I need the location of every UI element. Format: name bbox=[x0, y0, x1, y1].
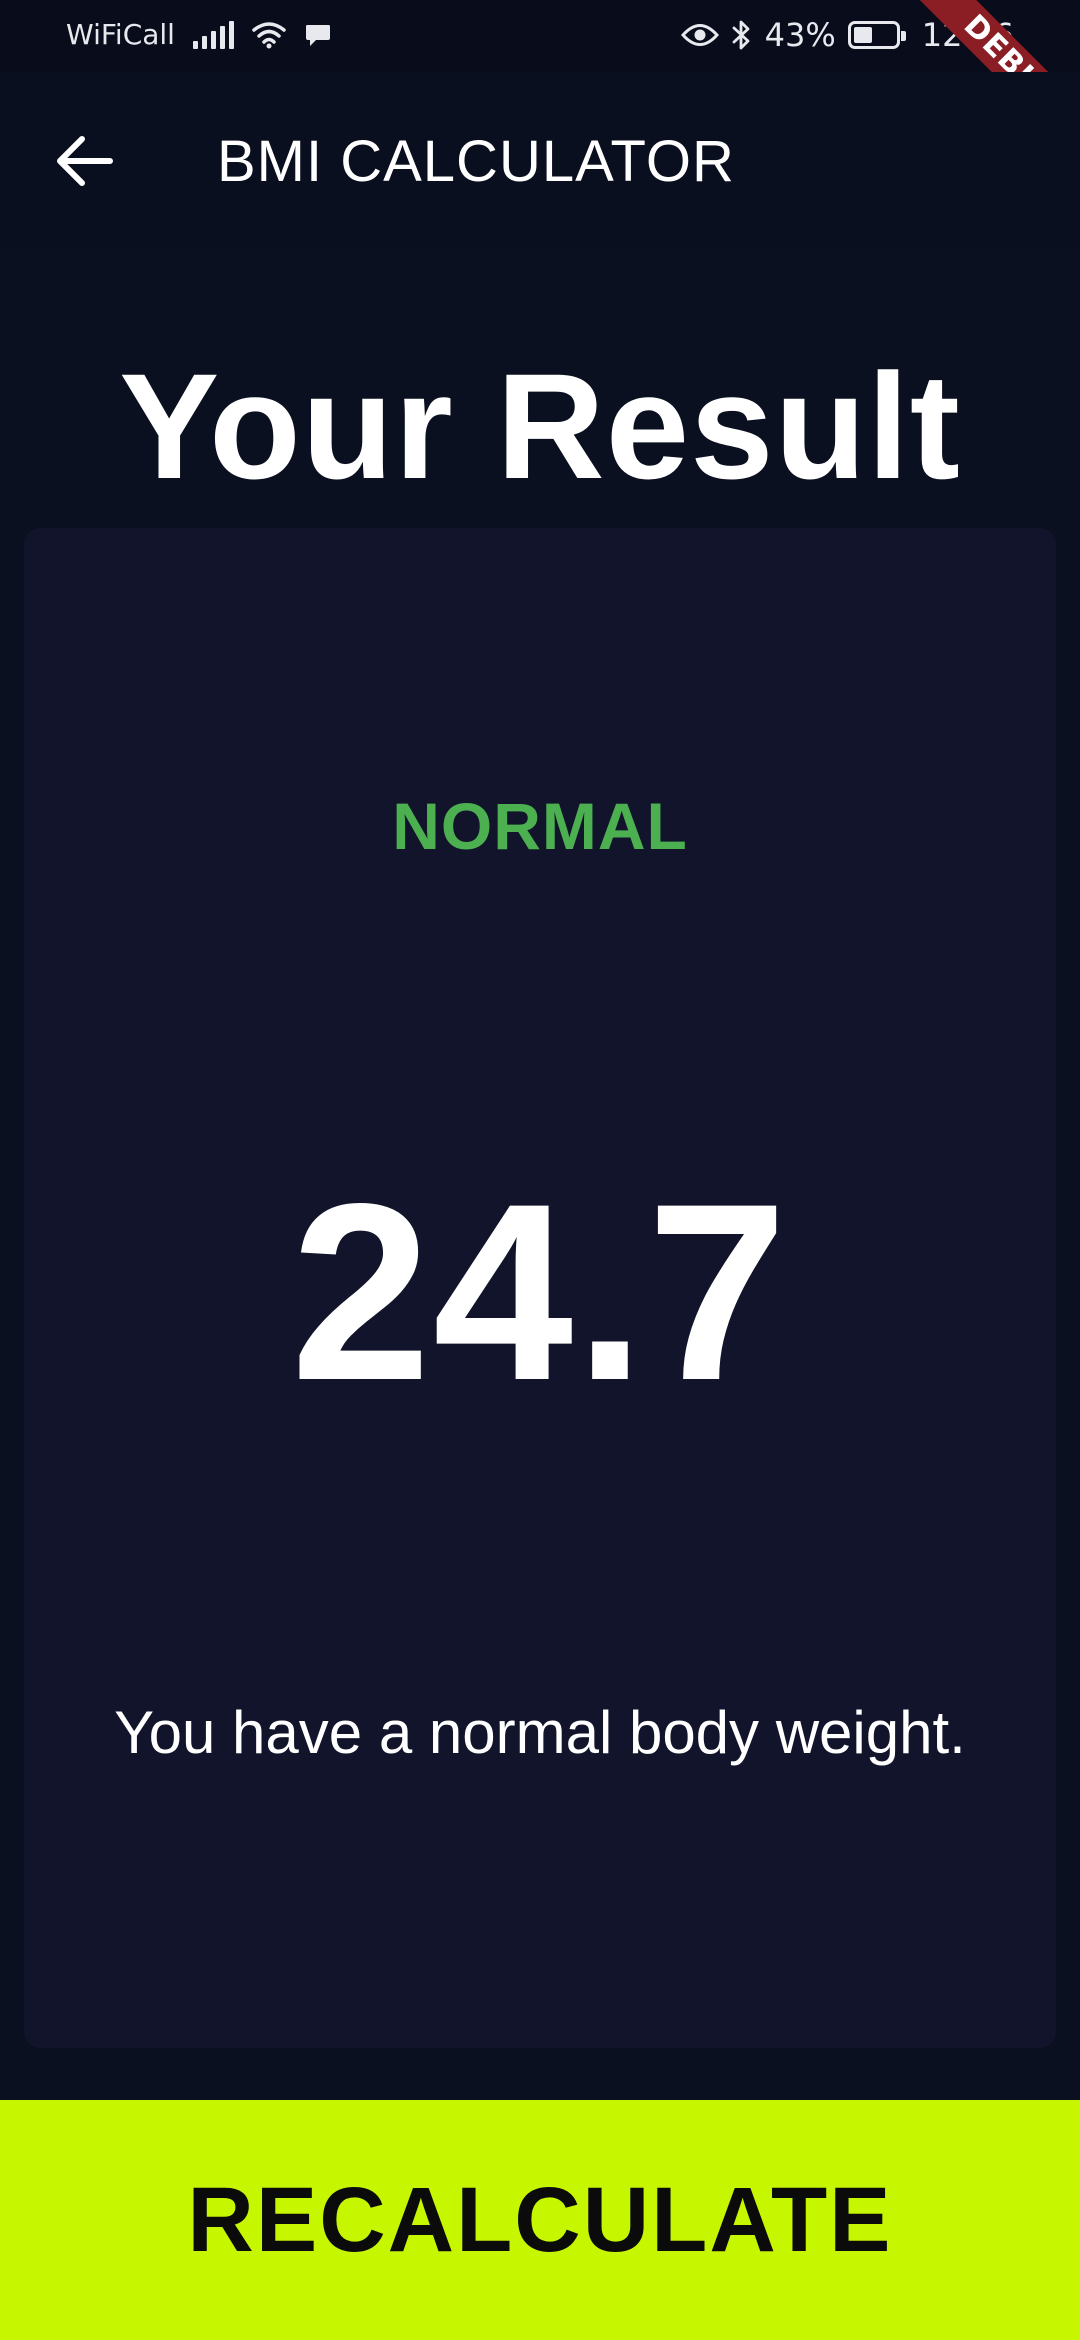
bmi-status: NORMAL bbox=[392, 789, 688, 863]
status-right: 43% 12:06 bbox=[680, 16, 1014, 54]
battery-icon bbox=[847, 21, 906, 49]
recalculate-button[interactable]: RECALCULATE bbox=[0, 2100, 1080, 2340]
wifi-icon bbox=[252, 21, 286, 48]
result-card: NORMAL 24.7 You have a normal body weigh… bbox=[24, 528, 1056, 2048]
battery-level-fill bbox=[853, 27, 872, 43]
app-bar: BMI CALCULATOR bbox=[0, 72, 1080, 250]
app-title: BMI CALCULATOR bbox=[217, 129, 735, 194]
recalculate-label: RECALCULATE bbox=[187, 2168, 893, 2271]
eye-icon bbox=[680, 24, 719, 46]
battery-percent: 43% bbox=[764, 16, 836, 54]
status-bar: WiFiCall 43% 12:06 bbox=[0, 0, 1080, 72]
message-icon bbox=[305, 24, 330, 46]
bluetooth-icon bbox=[732, 20, 750, 50]
page-heading: Your Result bbox=[119, 342, 961, 510]
bmi-value: 24.7 bbox=[290, 1152, 790, 1433]
arrow-left-icon bbox=[57, 136, 113, 186]
back-button[interactable] bbox=[40, 116, 130, 206]
clock: 12:06 bbox=[921, 16, 1014, 54]
carrier-label: WiFiCall bbox=[66, 18, 175, 51]
bmi-message: You have a normal body weight. bbox=[114, 1699, 966, 1766]
bmi-result-screen: WiFiCall 43% 12:06 DEBUG BMI CALCULATOR … bbox=[0, 0, 1080, 2340]
signal-icon bbox=[192, 20, 234, 49]
status-left: WiFiCall bbox=[66, 18, 332, 51]
